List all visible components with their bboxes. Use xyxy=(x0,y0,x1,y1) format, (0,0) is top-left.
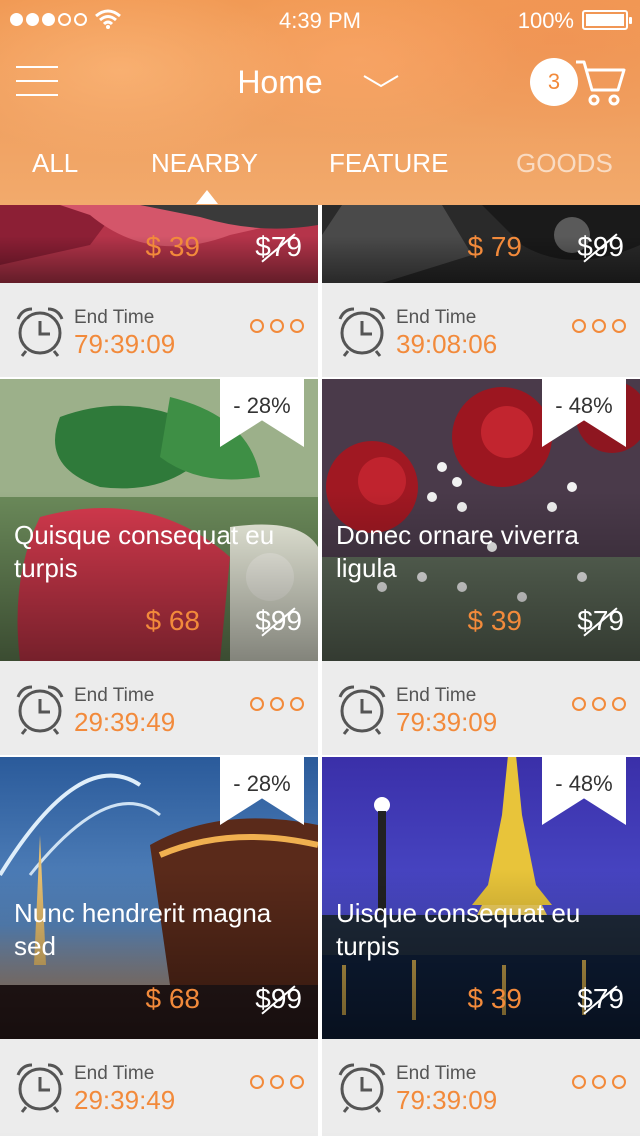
cart-count-badge[interactable]: 3 xyxy=(530,58,578,106)
sale-price: $ 79 xyxy=(467,231,523,262)
alarm-clock-icon xyxy=(16,307,64,357)
card-footer: End Time 29:39:49 xyxy=(0,661,318,755)
more-options-button[interactable] xyxy=(572,1075,626,1089)
menu-button[interactable] xyxy=(16,66,58,96)
header: 4:39 PM 100% Home 3 ALL NEARBY FEATURE G… xyxy=(0,0,640,205)
row-divider xyxy=(0,377,640,379)
alarm-clock-icon xyxy=(338,1063,386,1113)
card-footer: End Time 79:39:09 xyxy=(322,661,640,755)
end-time-value: 79:39:09 xyxy=(396,707,498,737)
original-price: $99 xyxy=(577,231,624,262)
original-price: $99 xyxy=(255,983,302,1014)
chevron-down-icon[interactable] xyxy=(362,72,400,92)
column-divider xyxy=(318,205,322,1136)
end-time-value: 79:39:09 xyxy=(74,329,176,359)
battery-icon xyxy=(582,10,632,30)
product-card[interactable]: - 28% Quisque consequat eu turpis $ 68 $… xyxy=(0,377,318,755)
product-title[interactable]: Nunc hendrerit magna sed xyxy=(14,897,309,963)
original-price: $79 xyxy=(577,983,624,1014)
more-options-button[interactable] xyxy=(250,319,304,333)
more-options-button[interactable] xyxy=(572,319,626,333)
tab-bar: ALL NEARBY FEATURE GOODS xyxy=(0,148,640,188)
sale-price: $ 68 xyxy=(145,983,201,1014)
sale-price: $ 39 xyxy=(145,231,201,262)
product-image[interactable]: - 48% Donec ornare viverra ligula $ 39 $… xyxy=(322,377,640,661)
row-divider xyxy=(0,755,640,757)
original-price: $99 xyxy=(255,605,302,636)
status-bar: 4:39 PM 100% xyxy=(0,0,640,40)
alarm-clock-icon xyxy=(16,1063,64,1113)
alarm-clock-icon xyxy=(338,307,386,357)
card-footer: End Time 39:08:06 xyxy=(322,283,640,377)
sale-price: $ 68 xyxy=(145,605,201,636)
more-options-button[interactable] xyxy=(572,697,626,711)
card-footer: End Time 79:39:09 xyxy=(0,283,318,377)
product-image[interactable]: - 48% Uisque consequat eu turpis $ 39 $7… xyxy=(322,755,640,1039)
active-tab-indicator xyxy=(196,190,218,204)
product-card[interactable]: - 28% Nunc hendrerit magna sed $ 68 $99 … xyxy=(0,755,318,1136)
end-time-label: End Time xyxy=(74,685,155,706)
card-footer: End Time 79:39:09 xyxy=(322,1039,640,1133)
sale-price: $ 39 xyxy=(467,983,523,1014)
end-time-label: End Time xyxy=(396,685,477,706)
end-time-label: End Time xyxy=(396,307,477,328)
cart-icon[interactable] xyxy=(572,56,626,110)
end-time-label: End Time xyxy=(396,1063,477,1084)
alarm-clock-icon xyxy=(338,685,386,735)
battery-percent: 100% xyxy=(517,8,574,33)
end-time-value: 79:39:09 xyxy=(396,1085,498,1115)
card-footer: End Time 29:39:49 xyxy=(0,1039,318,1133)
product-image[interactable]: - 28% Quisque consequat eu turpis $ 68 $… xyxy=(0,377,318,661)
tab-feature[interactable]: FEATURE xyxy=(329,148,448,179)
product-card[interactable]: $ 39 $79 End Time 79:39:09 xyxy=(0,205,318,377)
end-time-value: 39:08:06 xyxy=(396,329,498,359)
product-card[interactable]: - 48% Donec ornare viverra ligula $ 39 $… xyxy=(322,377,640,755)
sale-price: $ 39 xyxy=(467,605,523,636)
product-title[interactable]: Donec ornare viverra ligula xyxy=(336,519,631,585)
end-time-value: 29:39:49 xyxy=(74,707,176,737)
end-time-label: End Time xyxy=(74,1063,155,1084)
product-card[interactable]: $ 79 $99 End Time 39:08:06 xyxy=(322,205,640,377)
more-options-button[interactable] xyxy=(250,1075,304,1089)
original-price: $79 xyxy=(255,231,302,262)
tab-all[interactable]: ALL xyxy=(32,148,78,179)
product-image[interactable]: - 28% Nunc hendrerit magna sed $ 68 $99 xyxy=(0,755,318,1039)
product-title[interactable]: Uisque consequat eu turpis xyxy=(336,897,631,963)
tab-nearby[interactable]: NEARBY xyxy=(151,148,258,179)
product-title[interactable]: Quisque consequat eu turpis xyxy=(14,519,309,585)
tab-goods[interactable]: GOODS xyxy=(516,148,613,179)
alarm-clock-icon xyxy=(16,685,64,735)
more-options-button[interactable] xyxy=(250,697,304,711)
page-title: Home xyxy=(237,64,323,100)
original-price: $79 xyxy=(577,605,624,636)
product-card[interactable]: - 48% Uisque consequat eu turpis $ 39 $7… xyxy=(322,755,640,1136)
end-time-value: 29:39:49 xyxy=(74,1085,176,1115)
end-time-label: End Time xyxy=(74,307,155,328)
